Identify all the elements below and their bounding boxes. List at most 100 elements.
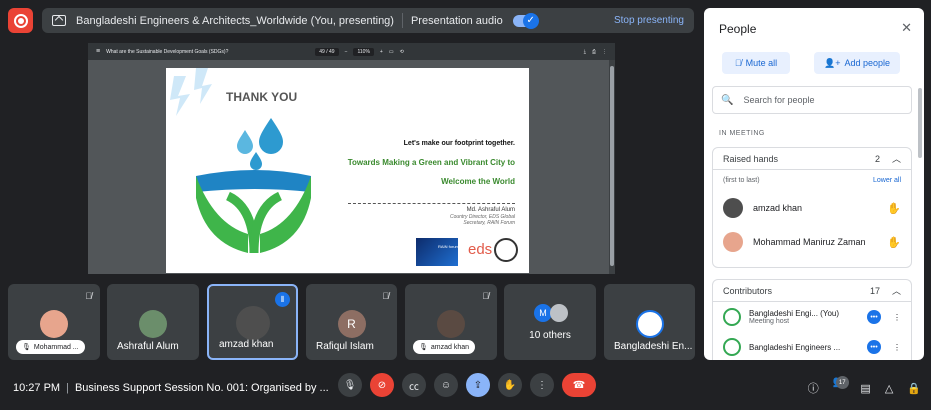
zoom-in-icon[interactable]: + [380, 49, 383, 55]
menu-icon[interactable]: ≡ [96, 48, 100, 55]
camera-off-button[interactable]: ⊘ [370, 373, 394, 397]
search-input[interactable]: 🔍 Search for people [712, 86, 912, 114]
others-tile[interactable]: M 10 others [504, 284, 596, 360]
panel-title: People [719, 22, 757, 36]
list-item[interactable]: Bangladeshi Engineers ... ••• ⋮ [713, 332, 911, 360]
more-options-button[interactable]: ⋮ [530, 373, 554, 397]
slide-tagline: Let's make our footprint together. [403, 140, 515, 147]
participant-name: Rafiqul Islam [316, 341, 374, 352]
panel-scrollbar[interactable] [918, 88, 922, 158]
mic-icon: 🎙 [343, 379, 357, 391]
camera-off-icon: ⊘ [377, 379, 387, 391]
more-vert-icon[interactable]: ⋮ [893, 313, 901, 322]
signature-name: Md. Ashraful Alum [466, 207, 515, 213]
contributors-header[interactable]: Contributors 17 ︿ [713, 280, 911, 302]
participant-tile[interactable]: Ashraful Alum [107, 284, 199, 360]
you-label: (You) [820, 309, 839, 318]
chat-icon[interactable]: ▤ [860, 382, 870, 395]
present-button[interactable]: ⇪ [466, 373, 490, 397]
signature-divider [348, 203, 515, 204]
zoom-level[interactable]: 110% [353, 47, 374, 56]
participant-name: amzad khan [219, 339, 274, 350]
raised-hands-count: 2 [874, 153, 880, 164]
contributors-count: 17 [869, 285, 880, 296]
list-item[interactable]: Bangladeshi Engi... (You) Meeting host •… [713, 302, 911, 332]
participant-tile[interactable]: 🎙̸ R Rafiqul Islam [306, 284, 397, 360]
page-indicator[interactable]: 49 / 49 [315, 47, 339, 56]
print-icon[interactable]: ⎙ [592, 49, 596, 55]
check-icon: ✓ [522, 12, 539, 29]
rotate-icon[interactable]: ⟲ [400, 49, 404, 55]
thank-you-heading: THANK YOU [226, 90, 298, 104]
participant-tile[interactable]: 🎙̸ 🎙 Mohammad ... [8, 284, 100, 360]
hand-icon[interactable]: ✋ [887, 202, 901, 215]
hand-icon[interactable]: ✋ [887, 236, 901, 249]
fit-page-icon[interactable]: ▭ [389, 49, 394, 55]
presentation-view: ≡ What are the Sustainable Development G… [88, 43, 615, 274]
zoom-out-icon[interactable]: − [345, 49, 348, 55]
more-horiz-icon[interactable]: ••• [867, 310, 881, 324]
list-item[interactable]: amzad khan ✋ [713, 191, 911, 225]
captions-button[interactable]: ㏄ [402, 373, 426, 397]
download-icon[interactable]: ⤓ [584, 49, 586, 55]
mic-off-icon: 🎙̸ [382, 291, 389, 301]
avatar [235, 306, 270, 340]
raise-hand-button[interactable]: ✋ [498, 373, 522, 397]
host-controls-icon[interactable]: 🔒 [907, 382, 921, 395]
record-icon [13, 13, 28, 28]
pdf-doc-title: What are the Sustainable Development Goa… [106, 48, 229, 55]
participant-count-badge: 17 [835, 376, 849, 389]
side-controls: ⓘ 👥17 ▤ △ 🔒 [808, 375, 921, 401]
mic-button[interactable]: 🎙 [338, 373, 362, 397]
pdf-toolbar: ≡ What are the Sustainable Development G… [88, 43, 615, 60]
more-horiz-icon[interactable]: ••• [867, 340, 881, 354]
avatar-initial: R [337, 310, 366, 338]
present-screen-icon [52, 15, 66, 26]
participant-tile[interactable]: Bangladeshi En... [604, 284, 695, 360]
reactions-button[interactable]: ☺ [434, 373, 458, 397]
eds-logo-text: eds [468, 241, 493, 258]
activities-icon[interactable]: △ [885, 382, 893, 395]
stop-presenting-button[interactable]: Stop presenting [614, 15, 684, 26]
lower-all-button[interactable]: Lower all [873, 177, 901, 184]
info-icon[interactable]: ⓘ [808, 380, 819, 396]
pdf-scrollbar[interactable] [609, 60, 615, 274]
close-icon[interactable]: ✕ [901, 20, 912, 36]
avatar [723, 232, 743, 252]
avatar [437, 310, 465, 338]
presentation-audio-toggle[interactable]: ✓ [512, 12, 539, 29]
people-panel: People ✕ 🎙̸ Mute all 👤+ Add people 🔍 Searc… [704, 8, 924, 360]
rain-forum-logo-text: RAIN forum [438, 244, 459, 249]
eds-logo-swirl [494, 238, 518, 262]
participant-tile[interactable]: 🎙̸ 🎙 amzad khan [405, 284, 497, 360]
participant-name: Ashraful Alum [117, 341, 179, 352]
participant-tile-active[interactable]: ⦀ amzad khan [207, 284, 298, 360]
more-vert-icon[interactable]: ⋮ [893, 343, 901, 352]
people-icon[interactable]: 👥17 [833, 375, 849, 401]
role-label: Meeting host [749, 318, 790, 325]
leave-call-button[interactable]: ☎ [562, 373, 596, 397]
avatar [40, 310, 68, 338]
search-placeholder: Search for people [743, 95, 815, 105]
search-icon: 🔍 [721, 94, 734, 106]
mic-off-icon: 🎙̸ [734, 58, 742, 68]
participant-name: Bangladeshi En... [614, 341, 693, 352]
add-people-button[interactable]: 👤+ Add people [814, 52, 900, 74]
mic-icon: 🎙 [419, 344, 428, 351]
more-vert-icon: ⋮ [537, 379, 547, 391]
more-vert-icon[interactable]: ⋮ [602, 49, 607, 55]
chevron-up-icon: ︿ [891, 154, 901, 164]
recording-button[interactable] [8, 8, 33, 33]
raised-order-row: (first to last) Lower all [713, 170, 911, 191]
mic-off-icon: 🎙̸ [85, 291, 92, 301]
list-item[interactable]: Mohammad Maniruz Zaman ✋ [713, 225, 911, 259]
in-meeting-label: IN MEETING [719, 130, 765, 137]
hang-up-icon: ☎ [572, 379, 586, 391]
bottom-bar: 10:27 PM | Business Support Session No. 00… [0, 365, 931, 410]
mute-all-button[interactable]: 🎙̸ Mute all [722, 52, 790, 74]
meeting-name: Business Support Session No. 001: Organi… [74, 381, 329, 394]
organization-logo [723, 338, 741, 356]
raised-hands-header[interactable]: Raised hands 2 ︿ [713, 148, 911, 170]
chevron-up-icon: ︿ [891, 286, 901, 296]
presenting-bar: Bangladeshi Engineers & Architects_World… [42, 8, 694, 33]
